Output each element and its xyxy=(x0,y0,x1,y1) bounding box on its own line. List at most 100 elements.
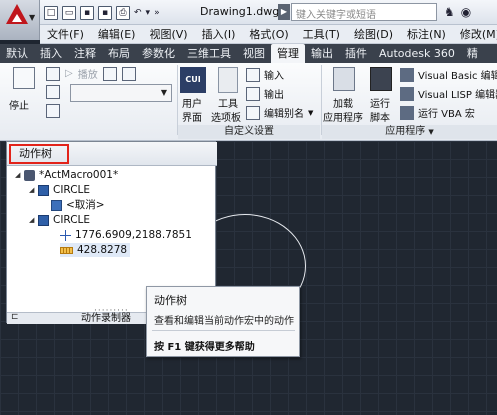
save-icon[interactable]: ▪ xyxy=(80,5,94,20)
tab-view[interactable]: 视图 xyxy=(237,44,271,63)
cancel-value: <取消> xyxy=(66,199,105,211)
tool-palette-label-2[interactable]: 选项板 xyxy=(211,109,241,124)
document-title: Drawing1.dwg xyxy=(200,5,280,18)
redo-icon[interactable]: ▾ xyxy=(146,8,151,18)
user-interface-label-2[interactable]: 界面 xyxy=(182,109,202,124)
run-script-label-2[interactable]: 脚本 xyxy=(370,109,390,124)
undo-icon[interactable]: ↶ xyxy=(134,8,142,18)
edit-alias-label: 编辑别名 xyxy=(264,109,304,120)
insert-message-icon[interactable] xyxy=(46,66,60,81)
point-crosshair-icon xyxy=(60,229,71,241)
request-icon xyxy=(46,85,60,99)
load-app-label-2[interactable]: 应用程序 xyxy=(323,109,363,124)
tree-node-distance[interactable]: 428.8278 xyxy=(60,243,131,257)
import-button[interactable]: 输入 xyxy=(246,67,284,82)
tab-3d-tools[interactable]: 三维工具 xyxy=(181,44,237,63)
tool-palette-icon[interactable] xyxy=(218,67,238,93)
load-application-icon[interactable] xyxy=(333,67,355,91)
application-menu-button[interactable]: ▼ xyxy=(0,0,40,40)
tooltip-help: 按 F1 键获得更多帮助 xyxy=(154,342,255,353)
stop-button-label[interactable]: 停止 xyxy=(9,97,29,112)
action-recorder-label: 动作录制器 xyxy=(81,313,131,324)
tab-default[interactable]: 默认 xyxy=(0,44,34,63)
collapse-icon[interactable]: ◢ xyxy=(15,168,24,182)
action-tree-title[interactable]: 动作树 xyxy=(9,144,69,164)
chevron-down-icon: ▼ xyxy=(308,108,314,117)
export-button[interactable]: 输出 xyxy=(246,86,284,101)
tree-node-circle-1[interactable]: ◢ CIRCLE xyxy=(29,183,90,197)
menu-tools[interactable]: 工具(T) xyxy=(296,26,347,42)
customization-group-label: 自定义设置 xyxy=(178,125,320,139)
tree-node-macro[interactable]: ◢ *ActMacro001* xyxy=(15,168,118,182)
distance-value: 428.8278 xyxy=(77,244,128,256)
play-icon[interactable]: ▷ xyxy=(65,68,73,79)
vlisp-editor-label: Visual LISP 编辑器 xyxy=(418,90,497,101)
tab-insert[interactable]: 插入 xyxy=(34,44,68,63)
menu-view[interactable]: 视图(V) xyxy=(142,26,194,42)
menu-edit[interactable]: 编辑(E) xyxy=(91,26,143,42)
macro-select-dropdown[interactable]: ▼ xyxy=(70,84,172,102)
request-user-input-icon[interactable] xyxy=(46,85,60,99)
tree-node-cancel[interactable]: <取消> xyxy=(51,198,105,212)
visual-basic-editor-button[interactable]: Visual Basic 编辑器 xyxy=(400,67,497,82)
menu-bar: 文件(F) 编辑(E) 视图(V) 插入(I) 格式(O) 工具(T) 绘图(D… xyxy=(40,25,497,44)
distance-ruler-icon xyxy=(60,246,73,254)
open-folder-icon[interactable]: ▭ xyxy=(62,5,76,20)
stop-recording-icon[interactable] xyxy=(13,67,35,89)
pin-icon[interactable]: ⊏ xyxy=(11,312,19,322)
chevron-down-icon: ▼ xyxy=(160,88,167,97)
edit-alias-icon xyxy=(246,105,260,120)
tab-autodesk-360[interactable]: Autodesk 360 xyxy=(373,44,461,63)
macro-icon xyxy=(24,169,35,181)
toolbar-overflow-icon[interactable]: » xyxy=(154,8,160,18)
collapse-icon[interactable]: ◢ xyxy=(29,183,38,197)
save-as-icon[interactable]: ▪ xyxy=(98,5,112,20)
menu-modify[interactable]: 修改(M) xyxy=(453,26,497,42)
tool-palette-label-1[interactable]: 工具 xyxy=(218,95,238,110)
import-icon xyxy=(246,67,260,82)
collapse-icon[interactable]: ◢ xyxy=(29,213,38,227)
new-file-icon[interactable]: □ xyxy=(44,5,58,20)
play-button-label[interactable]: 播放 xyxy=(78,66,98,81)
tree-node-circle-2[interactable]: ◢ CIRCLE xyxy=(29,213,90,227)
run-vba-macro-button[interactable]: 运行 VBA 宏 xyxy=(400,105,475,120)
preference-icon[interactable] xyxy=(121,66,136,81)
cui-icon[interactable]: CUI xyxy=(180,67,206,93)
binoculars-icon[interactable]: ♞ xyxy=(444,5,455,19)
tab-featured[interactable]: 精 xyxy=(461,44,484,63)
menu-dimension[interactable]: 标注(N) xyxy=(400,26,453,42)
run-script-label-1[interactable]: 运行 xyxy=(370,95,390,110)
tree-node-point[interactable]: 1776.6909,2188.7851 xyxy=(60,228,192,242)
play-arrow-icon[interactable]: ▶ xyxy=(278,4,290,20)
menu-file[interactable]: 文件(F) xyxy=(40,26,91,42)
visual-basic-icon xyxy=(400,67,414,82)
edit-alias-button[interactable]: 编辑别名 ▼ xyxy=(246,105,313,120)
user-interface-label-1[interactable]: 用户 xyxy=(182,95,202,110)
recorder-controls: ▷ 播放 xyxy=(46,66,136,81)
tab-annotate[interactable]: 注释 xyxy=(68,44,102,63)
tab-output[interactable]: 输出 xyxy=(305,44,339,63)
vb-editor-label: Visual Basic 编辑器 xyxy=(418,71,497,82)
command-icon xyxy=(38,214,49,226)
print-icon[interactable]: ⎙ xyxy=(116,5,130,20)
user-icon[interactable]: ◉ xyxy=(461,5,471,19)
menu-format[interactable]: 格式(O) xyxy=(242,26,295,42)
export-label: 输出 xyxy=(264,90,284,101)
visual-lisp-editor-button[interactable]: Visual LISP 编辑器 xyxy=(400,86,497,101)
load-app-label-1[interactable]: 加载 xyxy=(333,95,353,110)
search-input[interactable]: 键入关键字或短语 xyxy=(291,3,437,21)
record-options-icon[interactable] xyxy=(102,66,117,81)
run-script-icon[interactable] xyxy=(370,67,392,91)
applications-group-label[interactable]: 应用程序 ▼ xyxy=(322,125,497,139)
menu-draw[interactable]: 绘图(D) xyxy=(347,26,400,42)
chevron-down-icon: ▼ xyxy=(428,128,434,136)
title-bar-icons: ♞ ◉ xyxy=(444,5,471,19)
tab-parametric[interactable]: 参数化 xyxy=(136,44,181,63)
tab-layout[interactable]: 布局 xyxy=(102,44,136,63)
tab-manage[interactable]: 管理 xyxy=(271,44,305,63)
tab-plugins[interactable]: 插件 xyxy=(339,44,373,63)
menu-insert[interactable]: 插入(I) xyxy=(195,26,243,42)
point-icon xyxy=(46,104,60,118)
import-label: 输入 xyxy=(264,71,284,82)
base-point-icon[interactable] xyxy=(46,104,60,118)
